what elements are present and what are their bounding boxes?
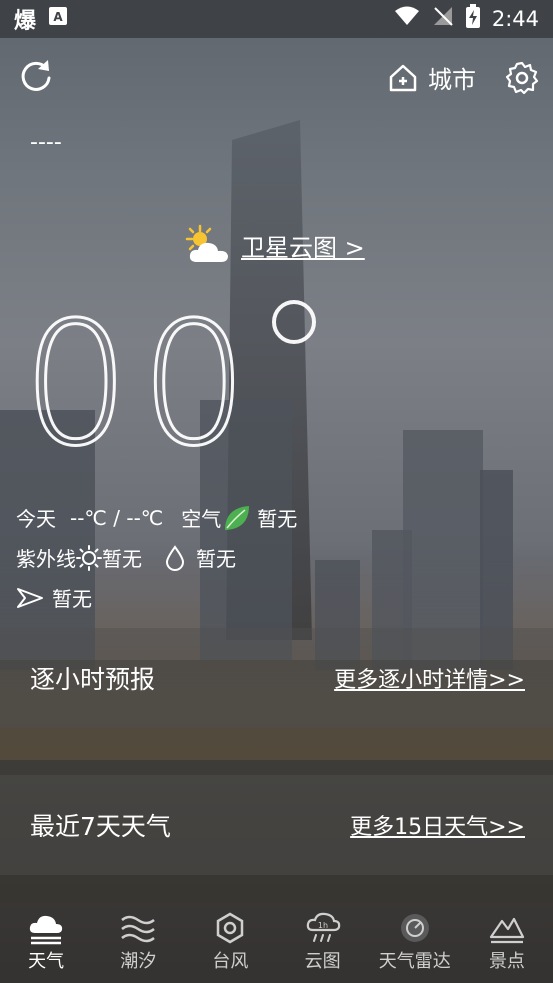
uv-label: 紫外线 bbox=[16, 547, 76, 571]
uv-row: 紫外线 暂无 暂无 bbox=[16, 543, 236, 572]
leaf-icon bbox=[225, 505, 250, 530]
cloud-rain-icon: 1h bbox=[306, 912, 340, 942]
wind-row: 暂无 bbox=[16, 583, 92, 612]
degree-symbol bbox=[272, 300, 316, 344]
svg-text:A: A bbox=[53, 10, 63, 24]
battery-charging-icon bbox=[465, 4, 480, 34]
uv-value: 暂无 bbox=[102, 547, 142, 571]
nav-label-weather: 天气 bbox=[28, 951, 65, 972]
gear-icon bbox=[505, 61, 539, 95]
refresh-button[interactable] bbox=[18, 58, 54, 98]
clock-time: 2:44 bbox=[491, 7, 539, 31]
nav-label-cloud-map: 云图 bbox=[304, 951, 341, 972]
wifi-icon bbox=[394, 5, 420, 33]
sun-icon bbox=[76, 544, 102, 571]
nav-tab-radar[interactable]: 天气雷达 bbox=[369, 903, 461, 983]
week-forecast-title: 最近7天天气 bbox=[30, 812, 171, 841]
humidity-value: 暂无 bbox=[196, 547, 236, 571]
cloud-icon bbox=[29, 915, 63, 945]
partly-cloudy-icon bbox=[185, 224, 228, 262]
nav-tab-scenic[interactable]: 景点 bbox=[461, 903, 553, 983]
svg-text:1h: 1h bbox=[318, 921, 328, 930]
nav-label-scenic: 景点 bbox=[488, 951, 525, 972]
city-label: 城市 bbox=[428, 66, 476, 94]
current-temperature: 00 bbox=[20, 286, 259, 484]
location-label: ---- bbox=[30, 130, 62, 155]
home-icon bbox=[389, 64, 417, 91]
notification-icon: A bbox=[48, 6, 68, 32]
city-button[interactable]: 城市 bbox=[388, 60, 476, 95]
mountain-icon bbox=[489, 917, 525, 944]
nav-label-typhoon: 台风 bbox=[212, 951, 249, 972]
no-signal-icon bbox=[432, 5, 454, 33]
satellite-link-text: 卫星云图 > bbox=[241, 233, 365, 262]
air-value: 暂无 bbox=[257, 507, 298, 531]
settings-button[interactable] bbox=[504, 60, 540, 100]
fifteen-day-link[interactable]: 更多15日天气>> bbox=[350, 809, 525, 841]
waves-icon bbox=[121, 915, 156, 943]
week-forecast-section: 最近7天天气 更多15日天气>> bbox=[0, 775, 553, 875]
nav-tab-cloud-map[interactable]: 1h 云图 bbox=[277, 903, 369, 983]
hourly-forecast-title: 逐小时预报 bbox=[30, 665, 156, 694]
nav-label-tide: 潮汐 bbox=[120, 951, 157, 972]
bottom-navigation: 天气 潮汐 台风 1h 云图 天气雷达 景点 bbox=[0, 903, 553, 983]
status-bar: 爆 A 2:44 bbox=[0, 0, 553, 38]
app-notification-glyph: 爆 bbox=[14, 9, 37, 34]
humidity-drop-icon bbox=[165, 544, 185, 571]
nav-tab-tide[interactable]: 潮汐 bbox=[92, 903, 184, 983]
hourly-more-link[interactable]: 更多逐小时详情>> bbox=[334, 662, 525, 694]
temp-range: --℃ / --℃ bbox=[70, 505, 164, 530]
nav-tab-typhoon[interactable]: 台风 bbox=[184, 903, 276, 983]
typhoon-icon bbox=[217, 912, 244, 944]
today-row: 今天 --℃ / --℃ 空气 暂无 bbox=[16, 503, 297, 532]
air-label: 空气 bbox=[181, 507, 222, 531]
wind-value: 暂无 bbox=[52, 587, 92, 611]
radar-icon bbox=[400, 914, 429, 942]
satellite-map-link[interactable]: 卫星云图 > bbox=[183, 224, 365, 266]
hourly-forecast-section: 逐小时预报 更多逐小时详情>> bbox=[0, 628, 553, 728]
nav-label-radar: 天气雷达 bbox=[378, 951, 451, 972]
wind-direction-icon bbox=[17, 587, 43, 608]
nav-tab-weather[interactable]: 天气 bbox=[0, 903, 92, 983]
today-label: 今天 bbox=[16, 507, 56, 531]
refresh-icon bbox=[21, 60, 51, 91]
